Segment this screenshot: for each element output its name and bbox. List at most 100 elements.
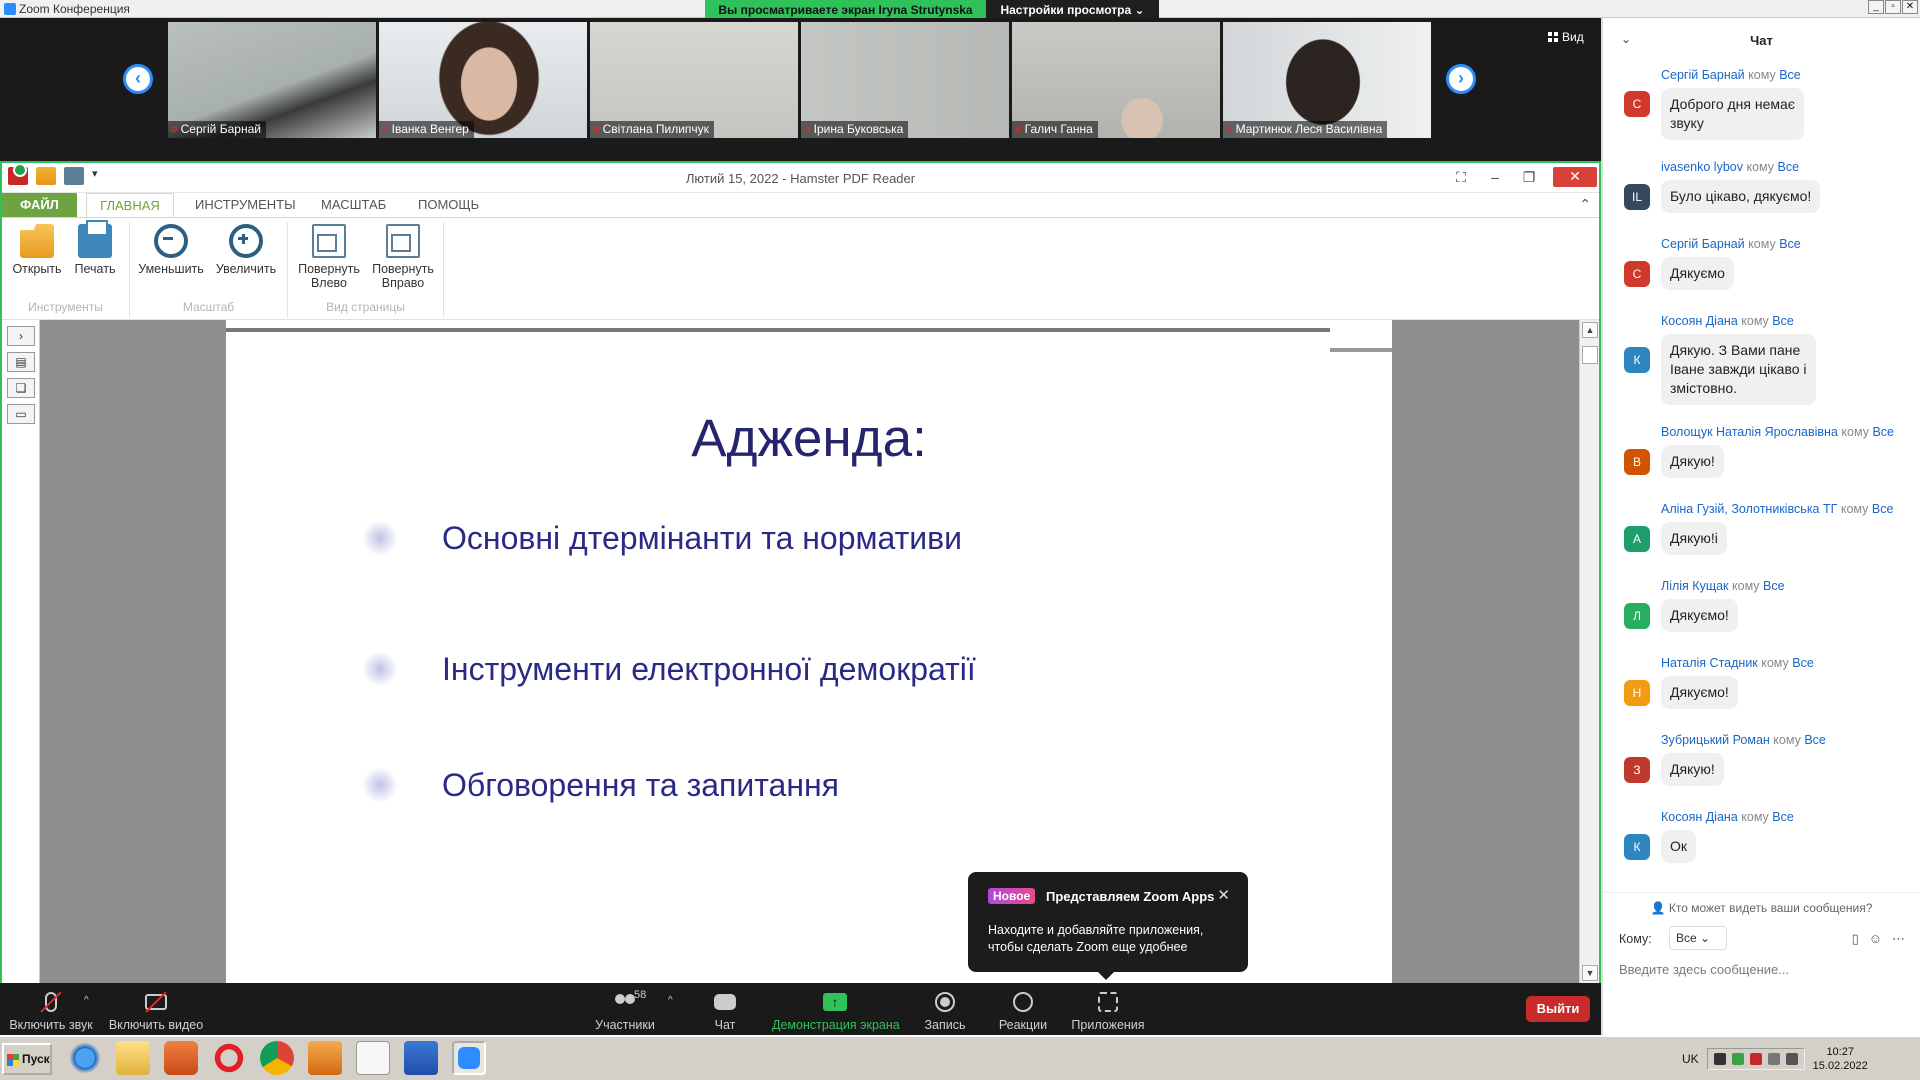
zoom-window-title: Zoom Конференция	[4, 2, 130, 16]
video-tile[interactable]: ⌀ Світлана Пилипчук	[590, 22, 798, 138]
shared-screen: ▾ Лютий 15, 2022 - Hamster PDF Reader ⛶ …	[0, 161, 1601, 983]
start-button[interactable]: Пуск	[2, 1043, 52, 1075]
scroll-thumb[interactable]	[1582, 346, 1598, 364]
chat-message-input[interactable]	[1619, 958, 1909, 980]
message-sender[interactable]: Волощук Наталія Ярославівна	[1661, 425, 1838, 439]
printer-icon	[78, 220, 112, 258]
restore-icon[interactable]: ▫	[1885, 0, 1901, 14]
audio-options-chevron-icon[interactable]: ^	[84, 995, 89, 1006]
participants-options-chevron-icon[interactable]: ^	[668, 995, 673, 1006]
close-icon[interactable]: ✕	[1902, 0, 1918, 14]
share-screen-button[interactable]: ↑ Демонстрация экрана	[772, 983, 900, 1035]
message-sender[interactable]: Зубрицький Роман	[1661, 733, 1770, 747]
chat-bubble-icon	[714, 994, 736, 1010]
chrome-icon[interactable]	[260, 1041, 294, 1075]
message-recipient: Все	[1777, 160, 1800, 174]
message-sender[interactable]: Аліна Гузій, Золотниківська ТГ	[1661, 502, 1837, 516]
message-sender[interactable]: Лілія Кущак	[1661, 579, 1729, 593]
gallery-prev-button[interactable]: ‹	[123, 64, 153, 94]
message-text: Дякую. З Вами пане Іване завжди цікаво і з…	[1661, 334, 1816, 405]
rotate-left-button[interactable]: Повернуть Влево	[294, 222, 364, 290]
gallery-next-button[interactable]: ›	[1446, 64, 1476, 94]
minimize-icon[interactable]: –	[1485, 168, 1505, 186]
chat-visibility-link[interactable]: 👤 Кто может видеть ваши сообщения?	[1603, 892, 1920, 915]
media-player-icon[interactable]	[164, 1041, 198, 1075]
to-word: кому	[1748, 237, 1776, 251]
start-video-button[interactable]: Включить видео	[108, 983, 204, 1035]
recipient-select[interactable]: Все ⌄	[1669, 926, 1727, 950]
emoji-icon[interactable]: ☺	[1869, 931, 1882, 947]
leave-button[interactable]: Выйти	[1526, 996, 1590, 1022]
zoom-out-button[interactable]: Уменьшить	[134, 222, 208, 276]
chat-message: Лілія Кущак кому Все Л Дякуємо!	[1603, 579, 1920, 656]
apps-button[interactable]: Приложения	[1070, 983, 1146, 1035]
bookmarks-icon[interactable]: ▭	[7, 404, 35, 424]
avatar: А	[1624, 525, 1650, 552]
participants-count: 58	[634, 989, 647, 1001]
share-screen-icon: ↑	[823, 993, 847, 1011]
pages-icon[interactable]: ❏	[7, 378, 35, 398]
scroll-down-icon[interactable]: ▼	[1582, 965, 1598, 981]
video-tile[interactable]: ⌀ Іванка Венгер	[379, 22, 587, 138]
scroll-up-icon[interactable]: ▲	[1582, 322, 1598, 338]
open-button[interactable]: Открыть	[6, 222, 68, 276]
clock[interactable]: 10:27 15.02.2022	[1813, 1045, 1868, 1073]
file-icon[interactable]: ▯	[1852, 931, 1859, 947]
video-tile[interactable]: ⌀ Мартинюк Леся Василівна	[1223, 22, 1431, 138]
print-button[interactable]: Печать	[64, 220, 126, 276]
participants-button[interactable]: 58 Участники	[590, 983, 660, 1035]
view-button[interactable]: Вид	[1548, 30, 1584, 44]
message-sender[interactable]: Наталія Стадник	[1661, 656, 1758, 670]
message-sender[interactable]: Косоян Діана	[1661, 810, 1738, 824]
message-line: Дякую!	[1670, 761, 1715, 777]
video-tile[interactable]: ⌀ Галич Ганна	[1012, 22, 1220, 138]
expand-panel-icon[interactable]: ›	[7, 326, 35, 346]
message-sender[interactable]: Косоян Діана	[1661, 314, 1738, 328]
vertical-scrollbar[interactable]: ▲ ▼	[1579, 320, 1599, 983]
rotate-right-button[interactable]: Повернуть Вправо	[368, 222, 438, 290]
chat-message: Косоян Діана кому Все К Дякую. З Вами пане…	[1603, 314, 1920, 425]
minimize-icon[interactable]: _	[1868, 0, 1884, 14]
zoom-apps-popup: Новое Представляем Zoom Apps ✕ Находите …	[968, 872, 1248, 980]
volume-icon[interactable]	[1785, 1053, 1798, 1065]
hamster-pdf-icon[interactable]	[308, 1041, 342, 1075]
internet-explorer-icon[interactable]	[68, 1041, 102, 1075]
message-recipient: Все	[1872, 425, 1894, 439]
zoom-in-button[interactable]: Увеличить	[210, 222, 282, 276]
close-icon[interactable]: ✕	[1217, 886, 1230, 904]
file-explorer-icon[interactable]	[116, 1041, 150, 1075]
tab-file[interactable]: ФАЙЛ	[2, 193, 77, 217]
close-button[interactable]: ✕	[1553, 167, 1597, 187]
video-tile[interactable]: ⌀ Сергій Барнай	[168, 22, 376, 138]
update-icon[interactable]	[1749, 1053, 1762, 1065]
record-button[interactable]: Запись	[920, 983, 970, 1035]
tab-tools[interactable]: ИНСТРУМЕНТЫ	[195, 193, 296, 217]
tab-home[interactable]: ГЛАВНАЯ	[86, 193, 174, 217]
antivirus-icon[interactable]	[1731, 1053, 1744, 1065]
collapse-ribbon-icon[interactable]: ⌃	[1579, 196, 1591, 213]
language-indicator[interactable]: UK	[1682, 1052, 1699, 1066]
word-icon[interactable]	[404, 1041, 438, 1075]
opera-icon[interactable]	[212, 1041, 246, 1075]
zoom-taskbar-icon[interactable]	[452, 1041, 486, 1075]
reactions-button[interactable]: Реакции	[995, 983, 1051, 1035]
chat-button[interactable]: Чат	[705, 983, 745, 1035]
network-icon[interactable]	[1767, 1053, 1780, 1065]
video-tile[interactable]: ⌀ Ірина Буковська	[801, 22, 1009, 138]
document-icon[interactable]	[356, 1041, 390, 1075]
message-sender[interactable]: Сергій Барнай	[1661, 237, 1745, 251]
message-sender[interactable]: Сергій Барнай	[1661, 68, 1745, 82]
tab-help[interactable]: ПОМОЩЬ	[418, 193, 479, 217]
arrow-icon[interactable]	[1713, 1053, 1726, 1065]
thumbnails-icon[interactable]: ▤	[7, 352, 35, 372]
more-icon[interactable]: ⋯	[1892, 931, 1905, 947]
view-settings-menu[interactable]: Настройки просмотра ⌄	[986, 0, 1159, 20]
participant-gallery: ‹ ⌀ Сергій Барнай ⌀ Іванка Венгер ⌀ Світлан…	[0, 18, 1601, 161]
avatar: Л	[1624, 602, 1650, 629]
restore-icon[interactable]: ❐	[1519, 168, 1539, 186]
fullscreen-icon[interactable]: ⛶	[1451, 168, 1471, 186]
unmute-button[interactable]: Включить звук	[8, 983, 94, 1035]
tab-scale[interactable]: МАСШТАБ	[321, 193, 386, 217]
message-sender[interactable]: ivasenko lybov	[1661, 160, 1743, 174]
message-recipient: Все	[1779, 68, 1801, 82]
